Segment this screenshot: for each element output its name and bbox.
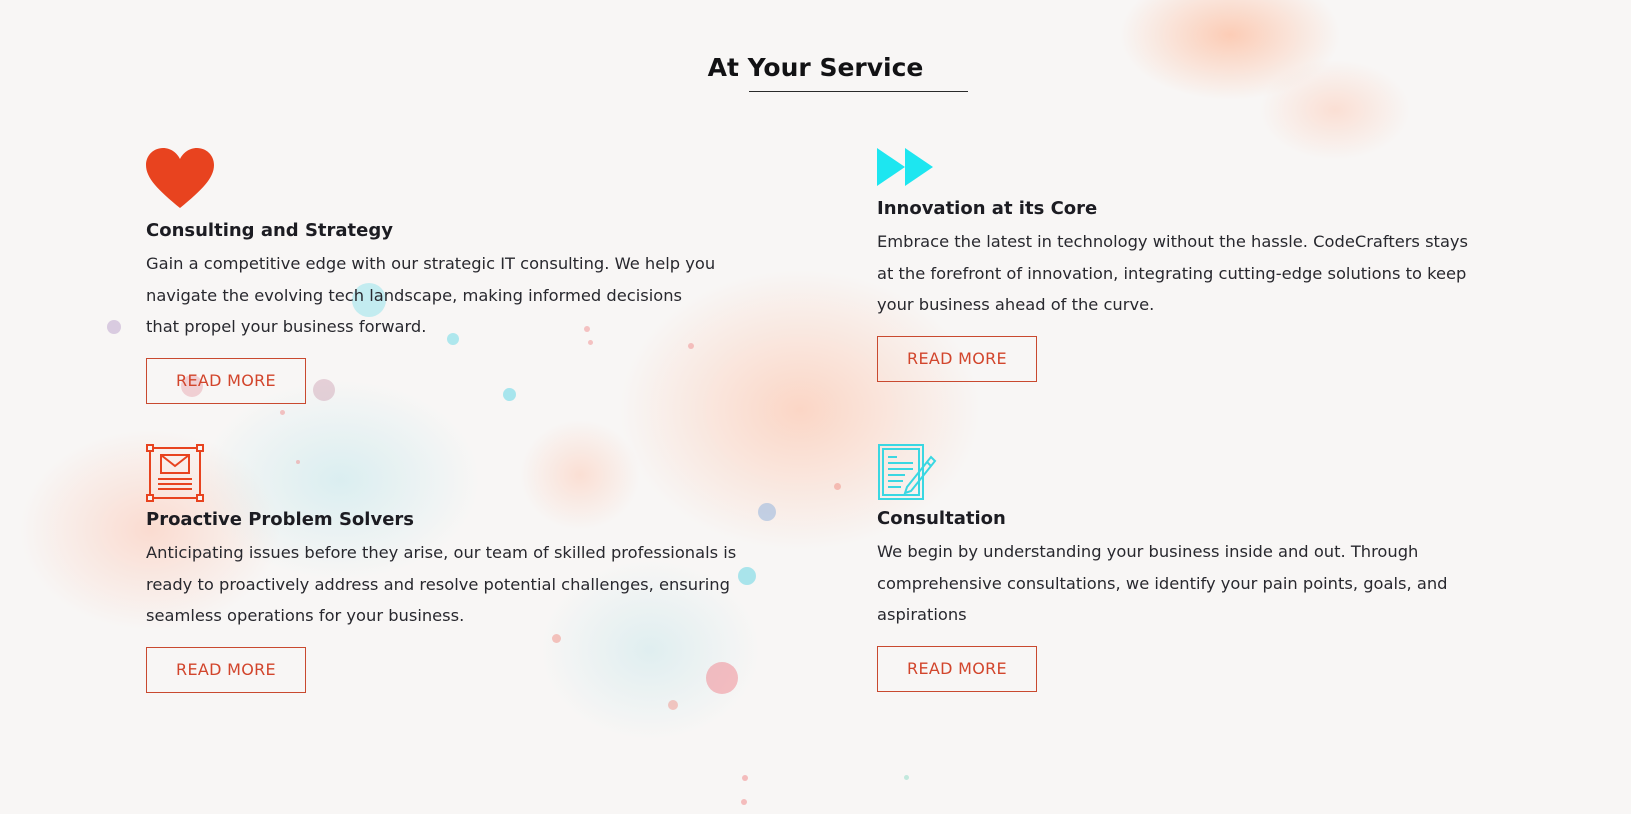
service-card-innovation: Innovation at its Core Embrace the lates…	[877, 148, 1477, 382]
card-title: Consultation	[877, 508, 1006, 529]
read-more-button[interactable]: READ MORE	[146, 646, 306, 693]
page-title: At Your Service	[707, 53, 924, 82]
envelope-newsletter-icon	[146, 444, 746, 506]
service-card-consultation: Consultation We begin by understanding y…	[877, 443, 1477, 692]
card-description: We begin by understanding your business …	[877, 542, 1448, 624]
document-pencil-icon	[877, 443, 1477, 505]
card-description: Embrace the latest in technology without…	[877, 232, 1469, 314]
card-description: Gain a competitive edge with our strateg…	[146, 254, 716, 336]
service-card-problem-solvers: Proactive Problem Solvers Anticipating i…	[146, 444, 746, 693]
heart-icon	[146, 148, 746, 214]
read-more-button[interactable]: READ MORE	[877, 645, 1037, 692]
read-more-button[interactable]: READ MORE	[146, 357, 306, 404]
card-title: Innovation at its Core	[877, 198, 1098, 219]
title-underline	[749, 91, 968, 92]
service-card-consulting-strategy: Consulting and Strategy Gain a competiti…	[146, 148, 746, 404]
card-title: Proactive Problem Solvers	[146, 509, 414, 530]
card-title: Consulting and Strategy	[146, 220, 393, 241]
card-description: Anticipating issues before they arise, o…	[146, 543, 737, 625]
fast-forward-icon	[877, 148, 1477, 190]
read-more-button[interactable]: READ MORE	[877, 335, 1037, 382]
